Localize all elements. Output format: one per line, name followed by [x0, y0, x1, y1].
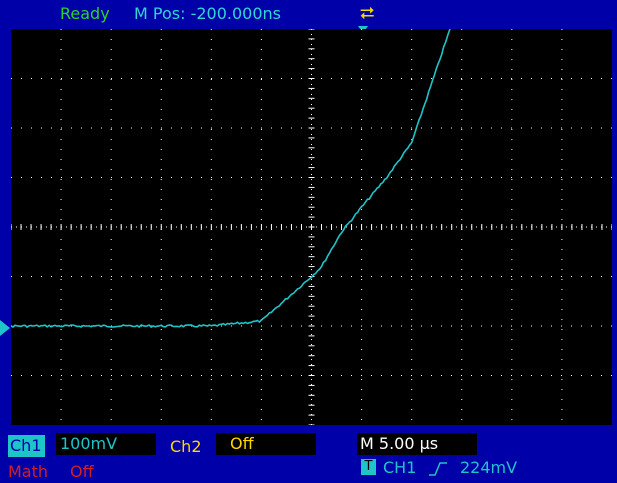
trigger-source: CH1: [383, 458, 417, 477]
usb-icon: ⮂: [360, 3, 375, 24]
trigger-badge: T: [361, 459, 376, 475]
acquisition-status: Ready: [60, 4, 110, 23]
ch1-waveform: [11, 29, 451, 329]
math-label[interactable]: Math: [8, 461, 48, 483]
ch1-ground-marker: [0, 320, 10, 336]
ch1-label-box[interactable]: Ch1: [8, 435, 45, 457]
ch1-scale-box[interactable]: 100mV: [56, 433, 156, 455]
top-status-bar: Ready M Pos: -200.000ns ⮂: [0, 0, 617, 28]
timebase-box[interactable]: M 5.00 µs: [357, 433, 477, 455]
trigger-level: 224mV: [460, 458, 518, 477]
ch1-scale: 100mV: [60, 434, 118, 453]
rising-edge-icon: [429, 462, 447, 476]
ch2-state-box[interactable]: Off: [216, 433, 316, 455]
horizontal-position-readout: M Pos: -200.000ns: [134, 4, 281, 23]
ch2-state: Off: [230, 434, 254, 453]
waveform-graticule: [11, 29, 612, 425]
ch2-label[interactable]: Ch2: [170, 436, 202, 458]
waveform-display: [11, 29, 612, 425]
ch1-label: Ch1: [10, 436, 42, 455]
math-state[interactable]: Off: [70, 461, 94, 483]
timebase-readout: M 5.00 µs: [360, 434, 439, 453]
